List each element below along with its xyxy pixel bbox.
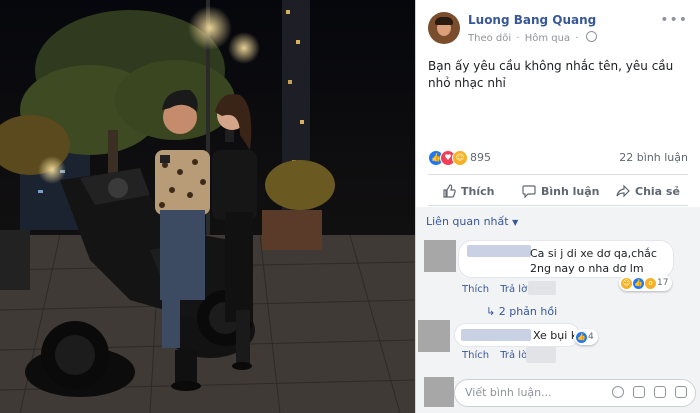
comment-like-link[interactable]: Thích — [462, 350, 489, 361]
emoji-icon[interactable] — [612, 386, 624, 398]
caret-down-icon: ▼ — [512, 218, 519, 227]
comment-count[interactable]: 22 bình luận — [619, 151, 688, 164]
comment-reactions[interactable]: 👍 4 — [574, 329, 598, 345]
comment-button-label: Bình luận — [541, 184, 600, 198]
thumbs-up-icon — [443, 184, 456, 198]
commenter-avatar[interactable] — [424, 240, 456, 272]
haha-reaction-icon: ☺ — [621, 277, 632, 289]
share-button[interactable]: Chia sẻ — [616, 182, 680, 200]
my-avatar — [424, 377, 454, 407]
commenter-name-redacted — [467, 245, 531, 257]
avatar-hair — [435, 17, 453, 25]
view-replies-link[interactable]: ↳ 2 phản hồi — [486, 305, 557, 318]
comment-actions: Thích Trả lời — [462, 284, 538, 295]
haha-reaction-icon: ☺ — [452, 150, 468, 166]
wow-reaction-icon: o — [645, 277, 656, 289]
comment-reply-link[interactable]: Trả lời — [500, 284, 530, 295]
comment-input-placeholder: Viết bình luận... — [465, 386, 552, 399]
replies-count-label: 2 phản hồi — [498, 305, 558, 318]
commenter-name-redacted — [461, 329, 531, 341]
comment-reaction-count: 17 — [657, 278, 669, 288]
photo-scene — [0, 0, 415, 413]
like-button-label: Thích — [461, 184, 495, 198]
divider-line — [428, 205, 688, 206]
comment-reactions[interactable]: ☺ 👍 o 17 — [619, 275, 673, 291]
post-meta: Theo dõi · Hôm qua · — [468, 31, 599, 44]
reaction-count: 895 — [470, 151, 491, 164]
camera-icon[interactable] — [633, 386, 645, 398]
comment-sort-dropdown[interactable]: Liên quan nhất ▼ — [426, 215, 518, 228]
composer-tools — [612, 386, 687, 398]
comment-like-link[interactable]: Thích — [462, 284, 489, 295]
post-panel: Luong Bang Quang Theo dõi · Hôm qua · ••… — [416, 0, 700, 413]
gif-icon[interactable] — [654, 386, 666, 398]
follow-link[interactable]: Theo dõi — [468, 33, 511, 44]
comment-time-redacted — [526, 347, 556, 363]
globe-icon — [585, 31, 597, 42]
like-reaction-icon: 👍 — [633, 277, 644, 289]
comment-reaction-count: 4 — [588, 332, 594, 342]
comment-composer[interactable]: Viết bình luận... — [454, 379, 696, 407]
sticker-icon[interactable] — [675, 386, 687, 398]
commenter-avatar[interactable] — [418, 320, 450, 352]
comment-sort-label: Liên quan nhất — [426, 215, 509, 228]
comment-button[interactable]: Bình luận — [522, 182, 600, 200]
like-button[interactable]: Thích — [442, 182, 494, 200]
comment-text: Ca si j di xe dơ qa,chắc 2ng nay o nha d… — [530, 247, 657, 275]
divider-line — [428, 174, 688, 175]
author-name[interactable]: Luong Bang Quang — [468, 13, 596, 27]
more-options-icon[interactable]: ••• — [660, 12, 688, 28]
post-text: Bạn ấy yêu cầu không nhắc tên, yêu cầu n… — [428, 59, 674, 90]
meta-separator: · — [575, 33, 579, 44]
photo-viewer: Luong Bang Quang Theo dõi · Hôm qua · ••… — [0, 0, 700, 413]
like-reaction-icon: 👍 — [576, 331, 587, 343]
share-arrow-icon — [616, 184, 630, 198]
comment-bubble-icon — [522, 185, 536, 198]
post-time[interactable]: Hôm qua — [525, 33, 570, 44]
share-button-label: Chia sẻ — [635, 184, 680, 198]
meta-separator: · — [516, 33, 520, 44]
reply-arrow-icon: ↳ — [486, 305, 496, 318]
comment-time-redacted — [528, 281, 556, 295]
post-photo[interactable] — [0, 0, 415, 413]
author-avatar[interactable] — [428, 12, 460, 44]
